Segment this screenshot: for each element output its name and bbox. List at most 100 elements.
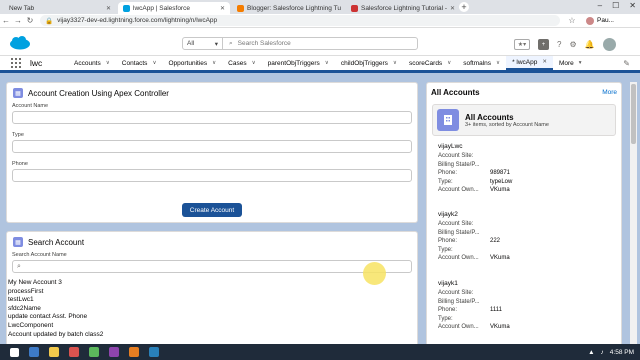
star-icon[interactable]: ☆: [566, 16, 578, 25]
all-accounts-header: All Accounts More: [426, 82, 622, 102]
nav-label: childObjTriggers: [340, 59, 388, 67]
search-input[interactable]: ⌕ Search Salesforce: [223, 40, 291, 48]
nav-item-parentobjtriggers[interactable]: parentObjTriggers ∨: [262, 56, 335, 70]
nav-item-contacts[interactable]: Contacts ∨: [116, 56, 163, 70]
record-name-link[interactable]: vijayLwc: [438, 143, 616, 150]
record-name-link[interactable]: vijayk2: [438, 211, 616, 218]
search-scope-select[interactable]: All ▾: [183, 38, 223, 49]
more-link[interactable]: More: [602, 89, 617, 96]
help-icon[interactable]: ?: [557, 40, 561, 49]
setup-gear-icon[interactable]: ⚙: [569, 40, 576, 49]
ie-icon[interactable]: [29, 347, 39, 357]
chevron-down-icon: ▾: [578, 60, 582, 66]
type-input[interactable]: [12, 140, 412, 153]
back-icon[interactable]: ←: [0, 16, 12, 25]
field-label: Type:: [438, 315, 453, 322]
app-nav-bar: lwc Accounts ∨ Contacts ∨ Opportunities ∨ C…: [0, 56, 640, 73]
browser-tab-active[interactable]: lwcApp | Salesforce ✕: [118, 2, 230, 14]
account-name-label: Account Name: [12, 103, 49, 109]
close-icon[interactable]: ✕: [220, 5, 225, 12]
media-icon[interactable]: [69, 347, 79, 357]
app-icon[interactable]: [149, 347, 159, 357]
network-icon[interactable]: ▲: [588, 349, 594, 356]
search-account-input[interactable]: ⌕: [12, 260, 412, 273]
nav-item-accounts[interactable]: Accounts ∨: [68, 56, 116, 70]
scrollbar-thumb[interactable]: [631, 84, 636, 144]
field-label: Type:: [438, 246, 453, 253]
tab-title: Salesforce Lightning Tutorial -: [361, 4, 447, 12]
tab-title: New Tab: [9, 4, 35, 12]
nav-item-more[interactable]: More ▾: [553, 56, 588, 70]
app-launcher-icon[interactable]: [11, 58, 21, 68]
phone-label: Phone: [12, 161, 28, 167]
minimize-icon[interactable]: –: [598, 1, 602, 10]
chevron-down-icon[interactable]: ∨: [106, 60, 110, 66]
chrome-icon[interactable]: [89, 347, 99, 357]
nav-label: parentObjTriggers: [267, 59, 320, 67]
windows-start-icon[interactable]: [10, 347, 19, 357]
browser-tab[interactable]: New Tab ✕: [4, 2, 116, 14]
salesforce-logo-icon[interactable]: [9, 36, 31, 50]
notifications-bell-icon[interactable]: 🔔: [585, 40, 595, 49]
close-icon[interactable]: ✕: [542, 59, 547, 65]
field-value: VKuma: [490, 324, 510, 330]
favorites-icon[interactable]: ★▾: [514, 39, 530, 50]
chevron-down-icon[interactable]: ∨: [212, 60, 216, 66]
profile-button[interactable]: Pau...: [586, 16, 614, 25]
record-name-link[interactable]: vijayk1: [438, 280, 616, 287]
browser-tab[interactable]: Blogger: Salesforce Lightning Tu✕: [232, 2, 344, 14]
chevron-down-icon[interactable]: ∨: [496, 60, 500, 66]
nav-label: More: [558, 59, 574, 67]
app-icon[interactable]: [129, 347, 139, 357]
phone-input[interactable]: [12, 169, 412, 182]
chevron-down-icon[interactable]: ∨: [393, 60, 397, 66]
create-account-button[interactable]: Create Account: [182, 203, 242, 217]
nav-item-childobjtriggers[interactable]: childObjTriggers ∨: [335, 56, 403, 70]
header-utility-icons: ★▾ + ? ⚙ 🔔: [514, 38, 616, 51]
new-tab-button[interactable]: +: [459, 2, 469, 12]
nav-item-cases[interactable]: Cases ∨: [222, 56, 261, 70]
list-item: sfdc2Name: [8, 304, 41, 312]
list-view-summary[interactable]: All Accounts 3+ items, sorted by Account…: [432, 104, 616, 136]
nav-label: Cases: [228, 59, 247, 67]
list-item: My New Account 3: [8, 279, 62, 286]
nav-label: Contacts: [121, 59, 148, 67]
user-avatar[interactable]: [602, 38, 616, 51]
field-label: Account Site:: [438, 153, 474, 159]
chevron-down-icon[interactable]: ∨: [325, 60, 329, 66]
close-window-icon[interactable]: ✕: [629, 1, 636, 10]
search-account-label: Search Account Name: [12, 252, 67, 258]
url-text: vijay3327-dev-ed.lightning.force.com/lig…: [57, 17, 218, 24]
forward-icon[interactable]: →: [12, 16, 24, 25]
reload-icon[interactable]: ↻: [24, 16, 36, 25]
close-icon[interactable]: ✕: [450, 5, 455, 12]
building-icon: [437, 109, 459, 131]
volume-icon[interactable]: ♪: [601, 349, 604, 356]
global-actions-icon[interactable]: +: [538, 39, 549, 50]
card-header-icon: ▦: [13, 88, 23, 98]
edit-nav-pencil-icon[interactable]: ✎: [623, 59, 630, 68]
chevron-down-icon[interactable]: ∨: [447, 60, 451, 66]
app-icon[interactable]: [109, 347, 119, 357]
system-tray: ▲ ♪ 4:58 PM: [588, 349, 634, 356]
search-account-card: ▦ Search Account Search Account Name ⌕ My…: [6, 231, 418, 360]
account-creation-card: ▦ Account Creation Using Apex Controller …: [6, 82, 418, 223]
browser-tab[interactable]: Salesforce Lightning Tutorial - ✕: [346, 2, 456, 14]
nav-item-opportunities[interactable]: Opportunities ∨: [162, 56, 222, 70]
clock[interactable]: 4:58 PM: [610, 349, 634, 356]
chevron-down-icon[interactable]: ∨: [252, 60, 256, 66]
nav-item-lwcapp[interactable]: * lwcApp ✕: [506, 56, 553, 70]
account-record: vijayLwc Account Site: Billing State/P..…: [438, 143, 616, 195]
type-label: Type: [12, 132, 24, 138]
folder-icon[interactable]: [49, 347, 59, 357]
global-search: All ▾ ⌕ Search Salesforce: [182, 37, 418, 50]
maximize-icon[interactable]: ☐: [612, 1, 619, 10]
chevron-down-icon[interactable]: ∨: [152, 60, 156, 66]
close-icon[interactable]: ✕: [106, 5, 111, 12]
url-input[interactable]: 🔒 vijay3327-dev-ed.lightning.force.com/li…: [40, 15, 560, 26]
nav-item-scorecards[interactable]: scoreCards ∨: [403, 56, 457, 70]
nav-item-softmalns[interactable]: softmalns ∨: [457, 56, 506, 70]
account-name-input[interactable]: [12, 111, 412, 124]
field-value: 989871: [490, 170, 511, 176]
lock-icon: 🔒: [45, 17, 54, 25]
